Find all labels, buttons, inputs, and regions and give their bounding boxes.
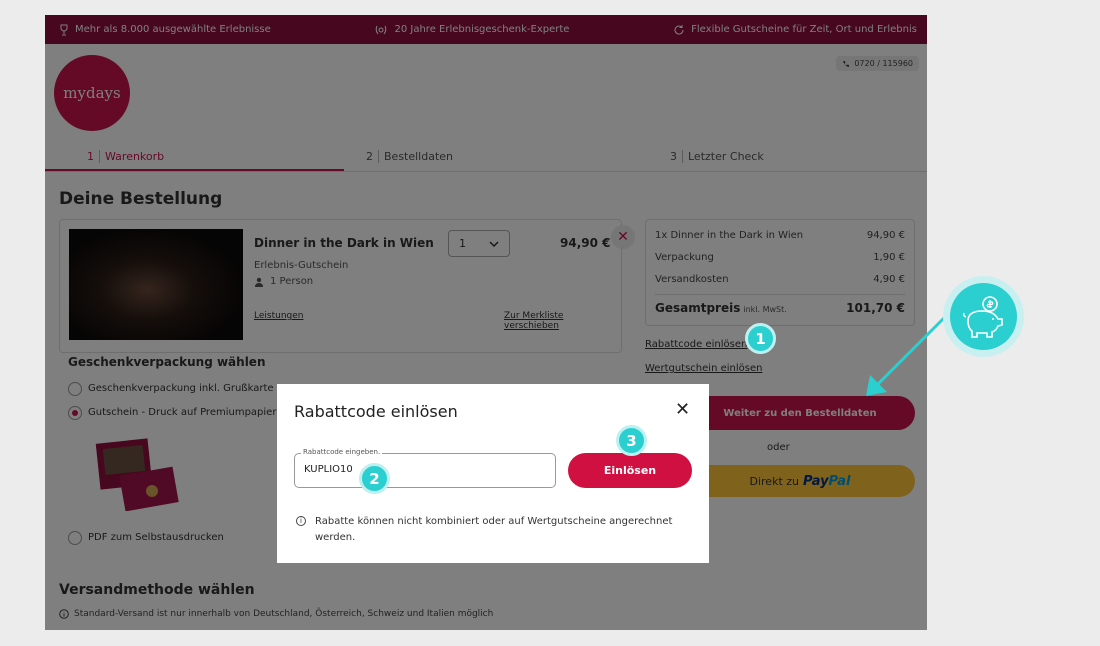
modal-note: Rabatte können nicht kombiniert oder auf… — [315, 516, 673, 543]
discount-code-field[interactable]: Rabattcode eingeben. — [294, 448, 556, 488]
info-icon: i — [296, 516, 306, 526]
discount-code-modal: Rabattcode einlösen ✕ Rabattcode eingebe… — [277, 384, 709, 563]
close-icon[interactable]: ✕ — [675, 399, 690, 420]
discount-code-input[interactable] — [304, 464, 504, 475]
discount-code-field-label: Rabattcode eingeben. — [301, 448, 383, 456]
step-badge-2: 2 — [359, 463, 390, 494]
piggy-bank-icon — [962, 295, 1003, 338]
redeem-button[interactable]: Einlösen — [568, 453, 692, 488]
step-badge-1: 1 — [745, 323, 776, 354]
piggy-bank-badge — [943, 276, 1024, 357]
modal-title: Rabattcode einlösen — [294, 402, 458, 421]
step-badge-3: 3 — [616, 425, 647, 456]
